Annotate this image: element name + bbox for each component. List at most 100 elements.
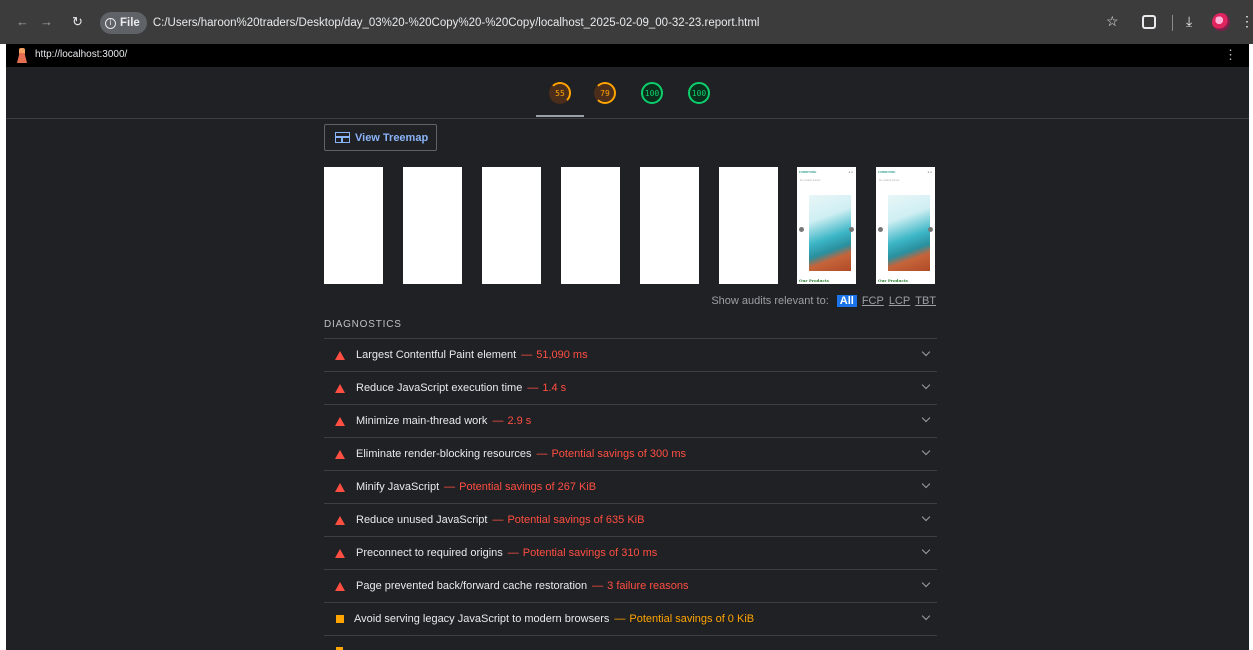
audit-row[interactable]: Largest Contentful Paint element — 51,09…	[324, 339, 937, 372]
fail-triangle-icon	[335, 548, 345, 558]
star-icon[interactable]: ☆	[1106, 12, 1119, 30]
audit-row[interactable]: Eliminate render-blocking resources — Po…	[324, 438, 937, 471]
chevron-down-icon[interactable]	[921, 512, 931, 522]
frame-hero-image	[809, 195, 851, 271]
filter-tbt[interactable]: TBT	[915, 295, 936, 307]
score-value: 100	[691, 88, 707, 98]
audit-separator: —	[527, 382, 539, 394]
filmstrip-frame	[561, 167, 620, 284]
audit-filter: Show audits relevant to: All FCP LCP TBT	[711, 295, 936, 307]
frame-hero-image	[888, 195, 930, 271]
filter-fcp[interactable]: FCP	[862, 295, 884, 307]
back-icon[interactable]: ←	[16, 14, 29, 29]
carousel-dot	[928, 227, 933, 232]
lighthouse-report: http://localhost:3000/ ⋮ 55 79 100 100 V…	[6, 44, 1249, 650]
chevron-down-icon[interactable]	[921, 413, 931, 423]
filmstrip-frame	[719, 167, 778, 284]
audit-title: Eliminate render-blocking resources	[356, 448, 532, 460]
treemap-label: View Treemap	[355, 131, 429, 144]
frame-icons: ● ●	[927, 170, 932, 174]
fail-triangle-icon	[335, 449, 345, 459]
score-value: 55	[555, 88, 565, 98]
tested-url[interactable]: http://localhost:3000/	[35, 49, 127, 60]
frame-footer: Our Products	[878, 278, 908, 283]
extensions-icon[interactable]	[1142, 15, 1156, 29]
toolbar-divider	[1172, 15, 1173, 31]
audit-row[interactable]: Avoid serving legacy JavaScript to moder…	[324, 603, 937, 636]
carousel-dot	[878, 227, 883, 232]
chevron-down-icon[interactable]	[921, 380, 931, 390]
chevron-down-icon[interactable]	[921, 446, 931, 456]
audit-value: Potential savings of 267 KiB	[459, 481, 597, 493]
audit-title: Reduce JavaScript execution time	[356, 382, 523, 394]
address-bar[interactable]: i File C:/Users/haroon%20traders/Desktop…	[100, 12, 1100, 34]
audit-separator: —	[521, 349, 533, 361]
fail-triangle-icon	[335, 383, 345, 393]
browser-toolbar: ← → ↻ i File C:/Users/haroon%20traders/D…	[0, 0, 1253, 44]
address-text[interactable]: C:/Users/haroon%20traders/Desktop/day_03…	[153, 17, 760, 29]
download-icon[interactable]: ⤓	[1186, 12, 1192, 30]
audit-separator: —	[444, 481, 456, 493]
audit-value: Potential savings of 635 KiB	[507, 514, 645, 526]
fail-triangle-icon	[335, 482, 345, 492]
fail-triangle-icon	[335, 515, 345, 525]
audit-value: 3 failure reasons	[607, 580, 689, 592]
lighthouse-logo-icon	[16, 48, 28, 63]
audit-separator: —	[592, 580, 604, 592]
forward-icon[interactable]: →	[40, 14, 53, 29]
audit-title: Page prevented back/forward cache restor…	[356, 580, 588, 592]
report-menu-icon[interactable]: ⋮	[1224, 47, 1237, 63]
filter-lcp[interactable]: LCP	[889, 295, 910, 307]
frame-brand: FURNITURE	[799, 170, 817, 174]
chevron-down-icon[interactable]	[921, 611, 931, 621]
report-topbar: http://localhost:3000/ ⋮	[6, 44, 1249, 67]
info-icon: i	[105, 17, 116, 29]
score-gauge-performance[interactable]: 55	[549, 82, 571, 104]
audit-row[interactable]: Reduce unused JavaScript — Potential sav…	[324, 504, 937, 537]
filmstrip-frame	[640, 167, 699, 284]
filmstrip-frame	[403, 167, 462, 284]
score-gauge-seo[interactable]: 100	[688, 82, 710, 104]
audit-row[interactable]: Minimize main-thread work — 2.9 s	[324, 405, 937, 438]
filter-all[interactable]: All	[836, 295, 857, 307]
audit-value: Potential savings of 300 ms	[551, 448, 686, 460]
frame-subtitle: for modern homes	[879, 179, 900, 182]
audit-row[interactable]: Minify JavaScript — Potential savings of…	[324, 471, 937, 504]
view-treemap-button[interactable]: View Treemap	[324, 124, 437, 151]
frame-subtitle: for modern homes	[800, 179, 821, 182]
carousel-dot	[849, 227, 854, 232]
site-info-chip[interactable]: i File	[100, 12, 147, 34]
audit-separator: —	[507, 547, 519, 559]
score-value: 79	[600, 88, 610, 98]
audit-value: 2.9 s	[507, 415, 532, 427]
chevron-down-icon[interactable]	[921, 479, 931, 489]
fail-triangle-icon	[335, 350, 345, 360]
fail-triangle-icon	[335, 416, 345, 426]
audit-separator: —	[536, 448, 548, 460]
audit-row[interactable]: Page prevented back/forward cache restor…	[324, 570, 937, 603]
filter-label: Show audits relevant to:	[711, 295, 829, 307]
menu-icon[interactable]: ⋮	[1240, 12, 1253, 30]
chevron-down-icon[interactable]	[921, 347, 931, 357]
audit-row[interactable]: Preconnect to required origins — Potenti…	[324, 537, 937, 570]
audit-title: Largest Contentful Paint element	[356, 349, 517, 361]
audit-separator: —	[492, 514, 504, 526]
score-gauge-best-practices[interactable]: 100	[641, 82, 663, 104]
audit-title: Minify JavaScript	[356, 481, 440, 493]
score-value: 100	[644, 88, 660, 98]
frame-brand: FURNITURE	[878, 170, 896, 174]
audit-value: Potential savings of 310 ms	[522, 547, 658, 559]
reload-icon[interactable]: ↻	[72, 14, 83, 30]
treemap-icon	[335, 132, 350, 143]
audit-row[interactable]: Reduce JavaScript execution time — 1.4 s	[324, 372, 937, 405]
audit-title: Minimize main-thread work	[356, 415, 488, 427]
audit-title: Reduce unused JavaScript	[356, 514, 488, 526]
profile-icon[interactable]	[1212, 13, 1230, 31]
score-gauge-accessibility[interactable]: 79	[594, 82, 616, 104]
average-square-icon	[336, 615, 344, 623]
chevron-down-icon[interactable]	[921, 578, 931, 588]
chevron-down-icon[interactable]	[921, 545, 931, 555]
frame-footer: Our Products	[799, 278, 829, 283]
filmstrip-frame	[324, 167, 383, 284]
fail-triangle-icon	[335, 581, 345, 591]
